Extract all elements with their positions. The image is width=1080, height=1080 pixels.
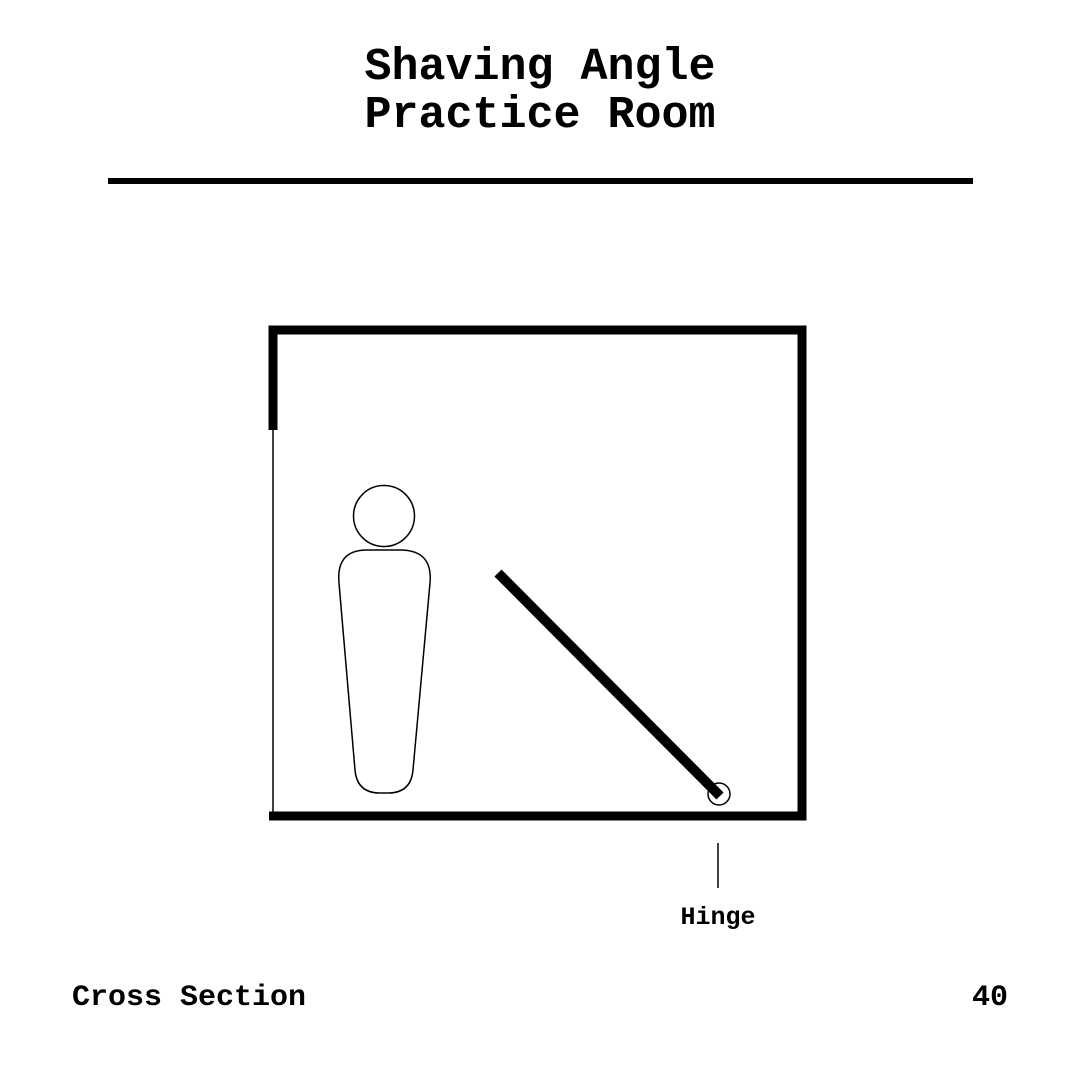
page-number: 40 xyxy=(971,981,1008,1015)
person-head xyxy=(352,484,416,548)
hinged-panel xyxy=(494,569,724,800)
cross-section-diagram: Hinge xyxy=(268,325,807,932)
footer-caption: Cross Section xyxy=(72,981,307,1015)
person-body xyxy=(338,549,431,794)
hinge-label: Hinge xyxy=(680,903,755,932)
